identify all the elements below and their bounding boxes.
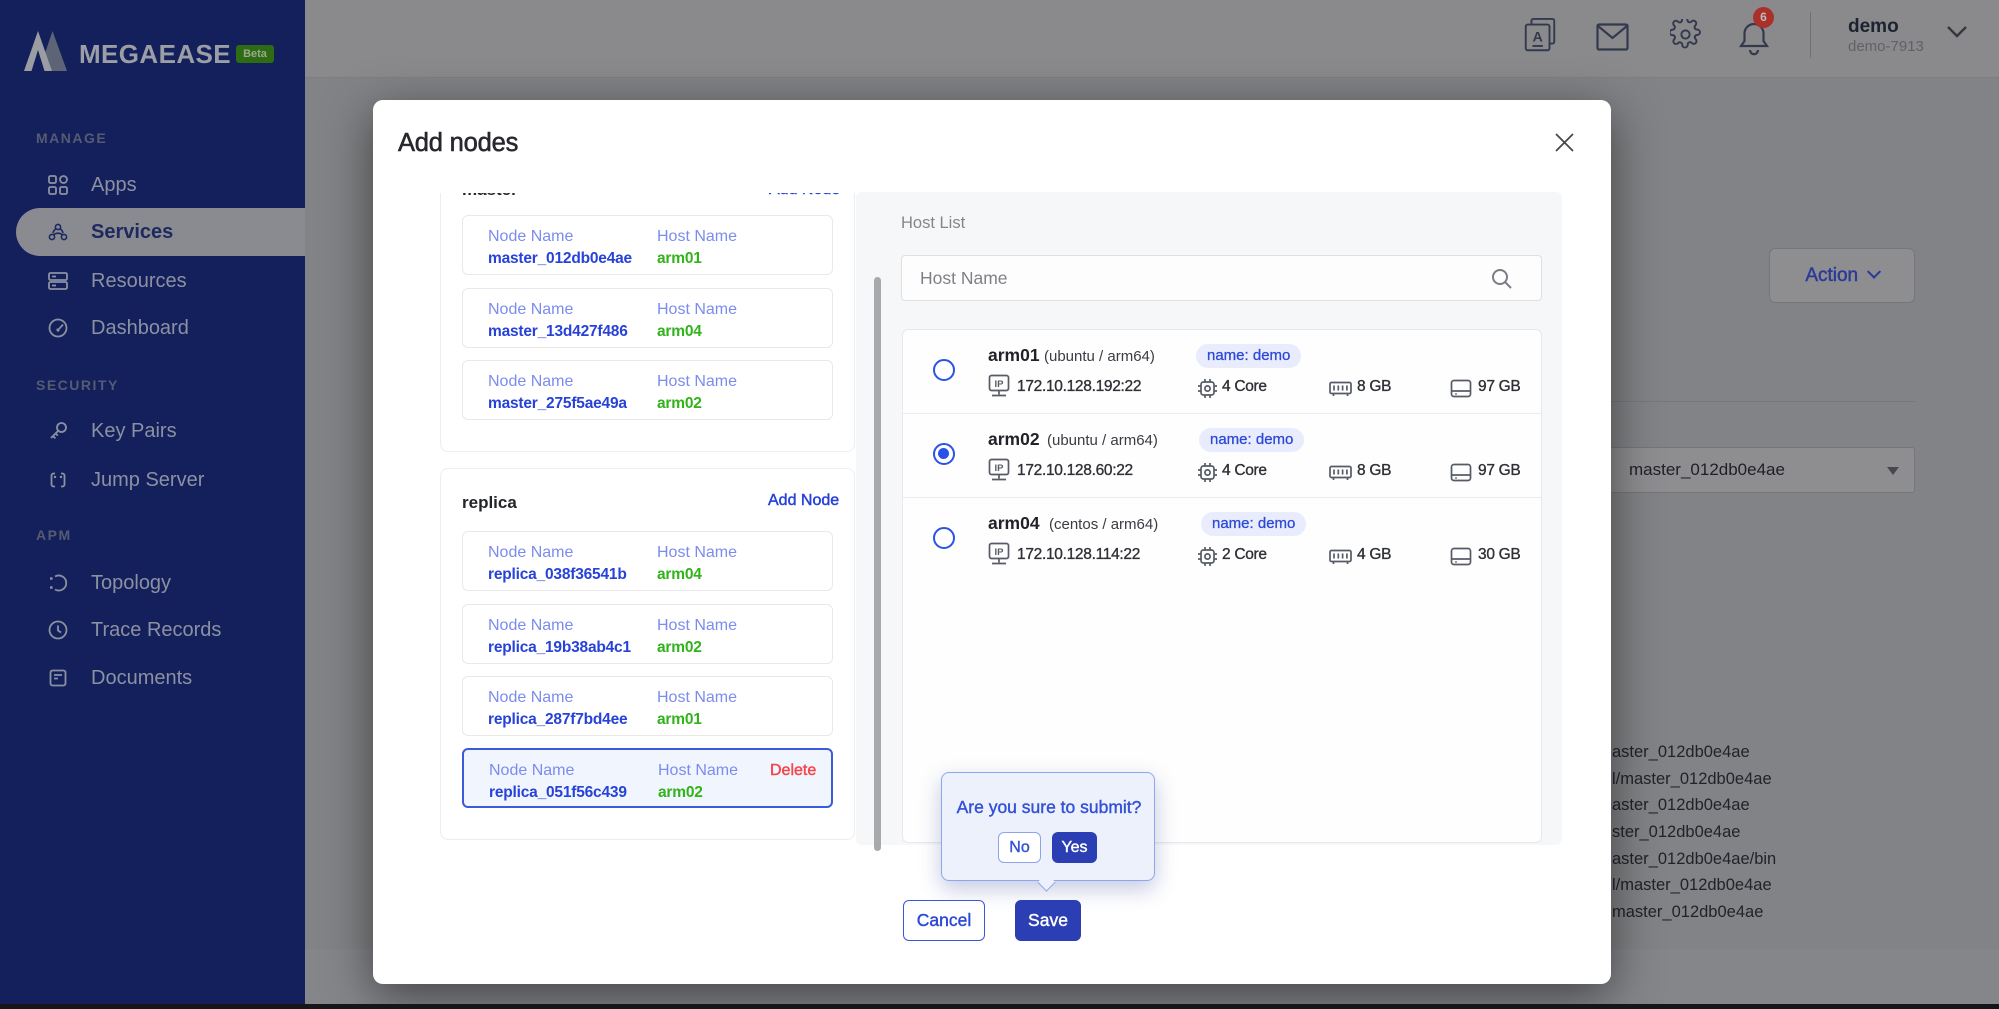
svg-text:IP: IP xyxy=(995,463,1005,474)
svg-text:IP: IP xyxy=(995,379,1005,390)
svg-text:IP: IP xyxy=(995,547,1005,558)
svg-text:A: A xyxy=(1532,30,1542,46)
